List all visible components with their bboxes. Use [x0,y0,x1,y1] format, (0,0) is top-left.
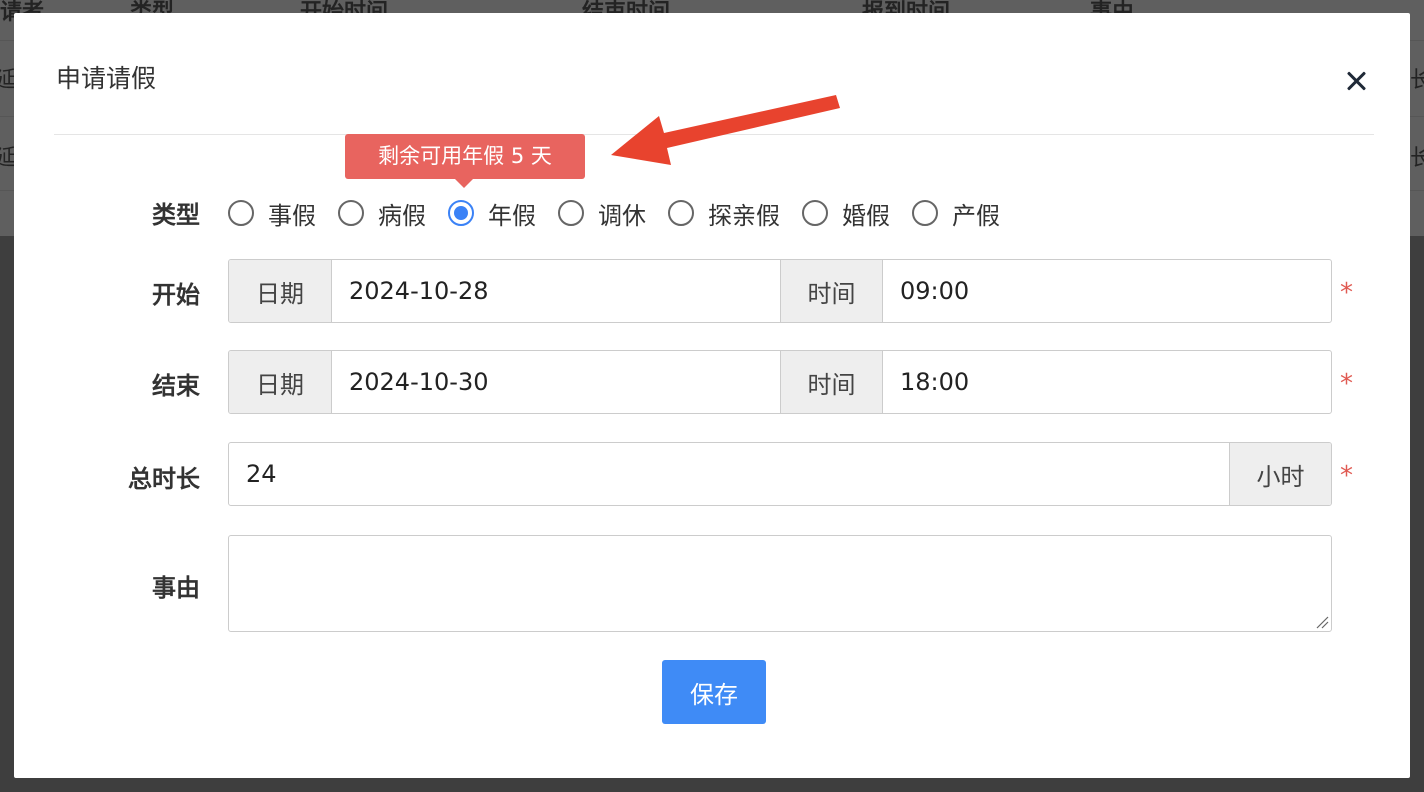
required-mark: * [1340,369,1353,399]
required-mark: * [1340,461,1353,491]
start-time-input[interactable]: 09:00 [883,260,1331,322]
radio-button[interactable] [802,200,828,226]
start-date-input[interactable]: 2024-10-28 [332,260,781,322]
radio-label: 病假 [378,201,426,230]
header-divider [54,134,1374,135]
end-label: 结束 [152,372,200,400]
radio-label: 调休 [598,201,646,230]
resize-grip-icon[interactable] [1315,615,1329,629]
radio-maternity-leave[interactable]: 产假 [912,196,1000,231]
reason-textarea[interactable] [228,535,1332,632]
radio-button[interactable] [912,200,938,226]
start-label: 开始 [152,281,200,309]
end-date-addon: 日期 [229,351,332,413]
start-input-group: 日期 2024-10-28 时间 09:00 [228,259,1332,323]
end-time-addon: 时间 [781,351,883,413]
radio-compensatory-leave[interactable]: 调休 [558,196,646,231]
leave-request-modal: 申请请假 剩余可用年假 5 天 类型 事假 病假 年假 调休 探亲假 婚假 产假… [14,13,1410,778]
radio-button[interactable] [228,200,254,226]
radio-label: 事假 [268,201,316,230]
duration-label: 总时长 [128,465,200,493]
duration-unit-addon: 小时 [1229,443,1331,505]
start-date-addon: 日期 [229,260,332,322]
tooltip-caret [455,179,473,188]
radio-label: 产假 [952,201,1000,230]
radio-label: 年假 [488,201,536,230]
radio-button[interactable] [668,200,694,226]
radio-button[interactable] [338,200,364,226]
leave-type-radio-group: 事假 病假 年假 调休 探亲假 婚假 产假 [228,193,1022,233]
end-input-group: 日期 2024-10-30 时间 18:00 [228,350,1332,414]
radio-button-checked[interactable] [448,200,474,226]
duration-input-group: 24 小时 [228,442,1332,506]
radio-label: 探亲假 [708,201,780,230]
radio-annual-leave[interactable]: 年假 [448,196,536,231]
close-icon[interactable] [1340,65,1372,97]
radio-sick-leave[interactable]: 病假 [338,196,426,231]
duration-input[interactable]: 24 [229,443,1229,505]
radio-marriage-leave[interactable]: 婚假 [802,196,890,231]
end-date-input[interactable]: 2024-10-30 [332,351,781,413]
save-button[interactable]: 保存 [662,660,766,724]
radio-family-visit-leave[interactable]: 探亲假 [668,196,780,231]
required-mark: * [1340,278,1353,308]
end-time-input[interactable]: 18:00 [883,351,1331,413]
radio-button[interactable] [558,200,584,226]
annual-leave-tooltip: 剩余可用年假 5 天 [345,134,585,179]
type-label: 类型 [152,201,200,229]
reason-label: 事由 [152,574,200,602]
radio-personal-leave[interactable]: 事假 [228,196,316,231]
radio-label: 婚假 [842,201,890,230]
start-time-addon: 时间 [781,260,883,322]
modal-title: 申请请假 [56,64,157,93]
